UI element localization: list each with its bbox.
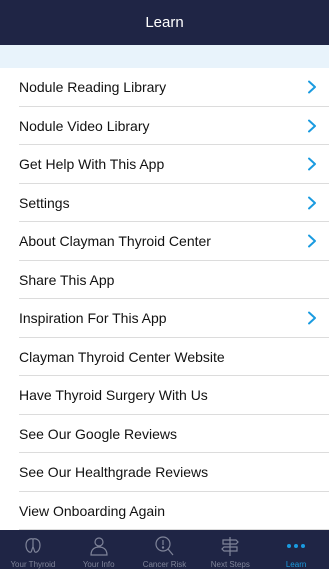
menu-item-nodule-video-library[interactable]: Nodule Video Library	[0, 106, 329, 145]
header-bar: Learn	[0, 0, 329, 45]
tab-next-steps[interactable]: Next Steps	[197, 530, 263, 569]
menu-item-healthgrade-reviews[interactable]: See Our Healthgrade Reviews	[0, 453, 329, 492]
menu-item-view-onboarding[interactable]: View Onboarding Again	[0, 491, 329, 530]
more-dots-icon	[287, 544, 306, 548]
menu-item-label: Have Thyroid Surgery With Us	[19, 387, 208, 404]
menu-item-get-help[interactable]: Get Help With This App	[0, 145, 329, 184]
chevron-right-icon	[308, 119, 316, 133]
menu-item-label: Clayman Thyroid Center Website	[19, 348, 225, 365]
menu-item-nodule-reading-library[interactable]: Nodule Reading Library	[0, 68, 329, 107]
menu-item-about-center[interactable]: About Clayman Thyroid Center	[0, 222, 329, 261]
tab-label: Cancer Risk	[142, 560, 187, 569]
chevron-right-icon	[308, 157, 316, 171]
menu-item-label: Share This App	[19, 271, 115, 288]
bottom-tab-bar: Your Thyroid Your Info Cancer Risk Next …	[0, 530, 329, 569]
signpost-icon	[221, 537, 240, 556]
menu-item-settings[interactable]: Settings	[0, 183, 329, 222]
menu-item-thyroid-surgery[interactable]: Have Thyroid Surgery With Us	[0, 376, 329, 415]
menu-item-label: Nodule Video Library	[19, 117, 150, 134]
tab-cancer-risk[interactable]: Cancer Risk	[132, 530, 198, 569]
menu-item-label: See Our Google Reviews	[19, 425, 177, 442]
tab-label: Your Info	[82, 560, 115, 569]
search-alert-icon	[155, 536, 174, 556]
thyroid-icon	[25, 538, 41, 553]
section-spacer	[0, 45, 329, 68]
tab-learn[interactable]: Learn	[263, 530, 329, 569]
tab-your-thyroid[interactable]: Your Thyroid	[0, 530, 66, 569]
menu-item-label: Inspiration For This App	[19, 310, 167, 327]
menu-item-label: Get Help With This App	[19, 156, 165, 173]
menu-item-share-app[interactable]: Share This App	[0, 260, 329, 299]
person-icon	[90, 537, 108, 556]
menu-item-label: Settings	[19, 194, 70, 211]
menu-item-label: See Our Healthgrade Reviews	[19, 464, 209, 481]
menu-item-center-website[interactable]: Clayman Thyroid Center Website	[0, 337, 329, 376]
tab-label: Learn	[285, 560, 307, 569]
menu-item-label: About Clayman Thyroid Center	[19, 233, 211, 250]
tab-label: Your Thyroid	[10, 560, 56, 569]
tab-label: Next Steps	[210, 560, 250, 569]
menu-item-label: View Onboarding Again	[19, 502, 166, 519]
chevron-right-icon	[308, 234, 316, 248]
menu-item-google-reviews[interactable]: See Our Google Reviews	[0, 414, 329, 453]
tab-your-info[interactable]: Your Info	[66, 530, 132, 569]
menu-item-label: Nodule Reading Library	[19, 79, 167, 96]
page-title: Learn	[145, 14, 184, 31]
chevron-right-icon	[308, 311, 316, 325]
chevron-right-icon	[308, 80, 316, 94]
menu-item-inspiration[interactable]: Inspiration For This App	[0, 299, 329, 338]
learn-menu-list: Nodule Reading Library Nodule Video Libr…	[0, 68, 329, 530]
chevron-right-icon	[308, 196, 316, 210]
